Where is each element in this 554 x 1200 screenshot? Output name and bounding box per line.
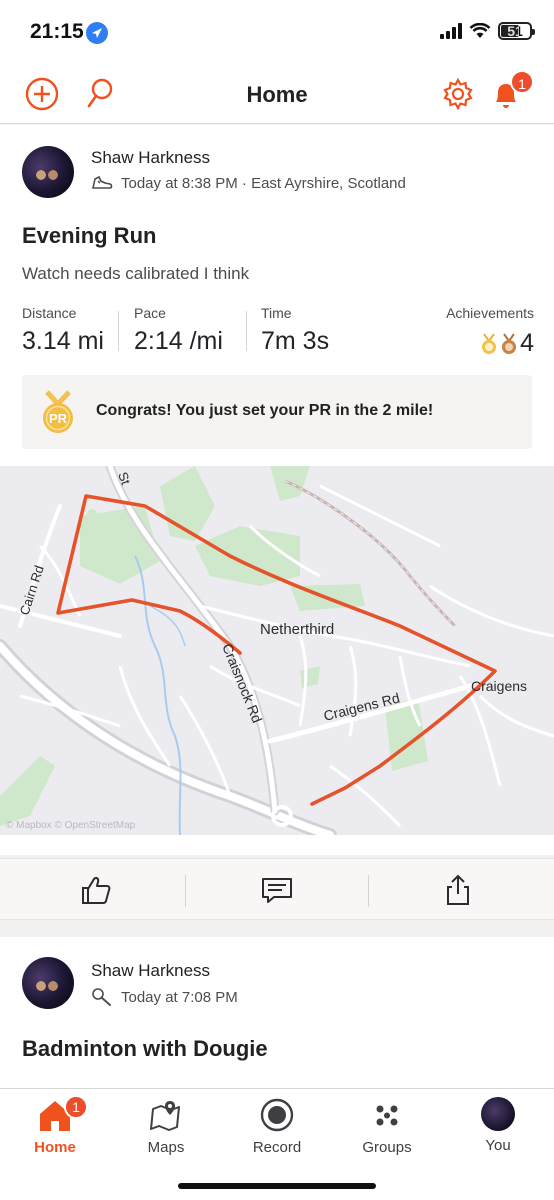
pr-banner[interactable]: PR Congrats! You just set your PR in the… xyxy=(22,375,532,449)
top-navigation: Home xyxy=(0,62,554,124)
activity-date-location: Today at 8:38 PM · East Ayrshire, Scotla… xyxy=(121,174,406,192)
tab-record[interactable]: Record xyxy=(227,1097,327,1156)
bottom-tab-bar: Home 1 Maps Record Groups You xyxy=(0,1088,554,1200)
activity-title[interactable]: Evening Run xyxy=(22,223,156,249)
athlete-name[interactable]: Shaw Harkness xyxy=(91,961,210,981)
map-label-craisnock-rd: Craisnock Rd xyxy=(219,641,265,725)
activity-actions xyxy=(0,858,554,920)
street xyxy=(429,584,554,638)
tab-you[interactable]: You xyxy=(448,1097,548,1154)
kudos-thumbs-up-icon[interactable] xyxy=(79,873,113,907)
profile-avatar xyxy=(481,1097,515,1131)
activity-card[interactable]: Shaw Harkness Today at 7:08 PM Badminton… xyxy=(0,937,554,1088)
athlete-name[interactable]: Shaw Harkness xyxy=(91,148,210,168)
tab-label: Record xyxy=(252,1139,302,1156)
street xyxy=(319,484,441,548)
stat-label: Pace xyxy=(134,305,166,321)
stat-distance: Distance 3.14 mi xyxy=(22,305,104,356)
tab-label: Groups xyxy=(362,1139,412,1156)
map-canvas: Netherthird Craigens Craigens Rd Craisno… xyxy=(0,466,554,835)
pr-medal-icon: PR xyxy=(43,390,73,433)
activity-meta: Today at 8:38 PM · East Ayrshire, Scotla… xyxy=(91,174,406,192)
map-label-craigens: Craigens xyxy=(471,678,527,694)
activity-description: Watch needs calibrated I think xyxy=(22,264,250,283)
pr-badge-text: PR xyxy=(49,411,68,426)
bronze-medal-icon xyxy=(502,332,517,354)
activity-stats: Distance 3.14 mi Pace 2:14 /mi Time 7m 3… xyxy=(22,305,534,358)
stat-label: Time xyxy=(261,305,292,321)
street xyxy=(478,694,554,738)
status-time: 21:15 xyxy=(30,20,84,43)
park-area xyxy=(87,509,97,519)
battery-level: 51 xyxy=(507,23,523,39)
maps-icon xyxy=(150,1101,180,1131)
park-area xyxy=(0,756,55,826)
stat-value: 3.14 mi xyxy=(22,327,104,355)
groups-icon xyxy=(376,1105,398,1126)
tab-home[interactable]: Home xyxy=(5,1097,105,1156)
record-icon xyxy=(260,1098,294,1132)
divider xyxy=(246,311,247,351)
battery-icon: 51 xyxy=(498,22,535,40)
avatar[interactable] xyxy=(22,146,74,198)
pr-message: Congrats! You just set your PR in the 2 … xyxy=(96,402,434,419)
gold-medal-icon xyxy=(482,332,497,354)
badminton-racket-icon xyxy=(92,988,111,1006)
map-label-cairn-rd: Cairn Rd xyxy=(17,564,47,617)
tab-maps[interactable]: Maps xyxy=(116,1097,216,1156)
craigens-road xyxy=(267,683,473,744)
achievement-count: 4 xyxy=(520,329,534,357)
home-indicator[interactable] xyxy=(178,1183,376,1189)
map-label-netherthird: Netherthird xyxy=(260,621,334,638)
stat-achievements[interactable]: Achievements 4 xyxy=(446,305,534,358)
activity-feed[interactable]: Shaw Harkness Today at 8:38 PM · East Ay… xyxy=(0,125,554,1088)
stat-value: 2:14 /mi xyxy=(134,327,223,355)
activity-card[interactable]: Shaw Harkness Today at 8:38 PM · East Ay… xyxy=(0,125,554,855)
street xyxy=(348,645,358,737)
map-credit[interactable]: © Mapbox © OpenStreetMap xyxy=(6,820,135,831)
divider xyxy=(368,875,369,907)
notification-badge: 1 xyxy=(510,70,534,94)
route-map[interactable]: Netherthird Craigens Craigens Rd Craisno… xyxy=(0,466,554,835)
stat-value: 7m 3s xyxy=(261,327,330,355)
cell-signal-icon xyxy=(440,23,462,39)
street xyxy=(19,694,121,728)
avatar[interactable] xyxy=(22,957,74,1009)
divider xyxy=(185,875,186,907)
location-arrow-icon xyxy=(86,22,108,44)
share-icon[interactable] xyxy=(441,873,475,907)
divider xyxy=(118,311,119,351)
tab-label: You xyxy=(485,1137,511,1154)
stat-time: Time 7m 3s xyxy=(261,305,329,356)
settings-gear-icon[interactable] xyxy=(440,76,476,112)
stat-label: Achievements xyxy=(446,305,534,321)
park-area xyxy=(300,666,320,688)
activity-date: Today at 7:08 PM xyxy=(121,988,238,1006)
home-tab-badge: 1 xyxy=(64,1095,88,1119)
activity-title[interactable]: Badminton with Dougie xyxy=(22,1036,268,1062)
stat-label: Distance xyxy=(22,305,77,321)
wifi-icon xyxy=(469,23,491,38)
tab-groups[interactable]: Groups xyxy=(337,1097,437,1156)
tab-label: Maps xyxy=(147,1139,185,1156)
tab-label: Home xyxy=(34,1139,76,1156)
activity-meta: Today at 7:08 PM xyxy=(91,987,238,1007)
river xyxy=(134,555,182,835)
running-shoe-icon xyxy=(92,175,113,189)
status-indicators: 51 xyxy=(440,22,535,40)
stat-pace: Pace 2:14 /mi xyxy=(134,305,223,356)
status-bar: 21:15 51 xyxy=(0,0,554,62)
comment-icon[interactable] xyxy=(260,873,294,907)
